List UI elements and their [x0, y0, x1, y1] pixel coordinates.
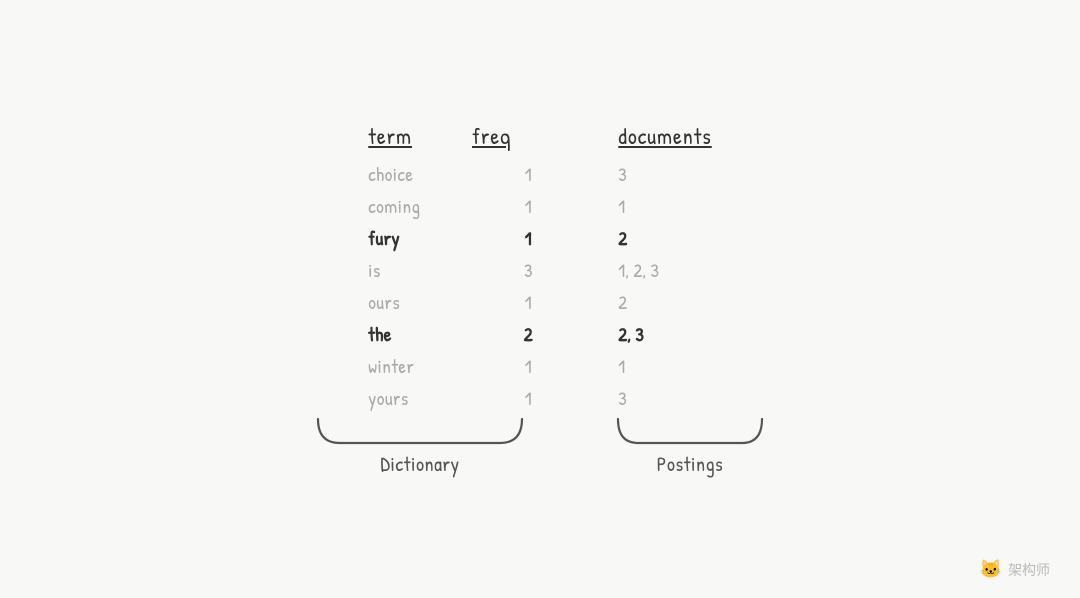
postings-section: documents 3 1 2 1, 2, 3 2 2, 3 1 3 [618, 121, 711, 411]
freq-cell-6: 1 [518, 353, 538, 379]
docs-cell-3: 1, 2, 3 [618, 257, 698, 283]
postings-row-7: 3 [618, 385, 698, 411]
term-cell-5: the [368, 321, 458, 347]
postings-row-6: 1 [618, 353, 698, 379]
postings-row-3: 1, 2, 3 [618, 257, 698, 283]
postings-brace-svg [610, 415, 770, 447]
postings-row-0: 3 [618, 161, 698, 187]
main-container: term freq choice 1 coming 1 fury 1 is 3 ours 1 the… [310, 121, 770, 478]
freq-cell-1: 1 [518, 193, 538, 219]
watermark-text: 架构师 [1008, 560, 1050, 580]
freq-cell-4: 1 [518, 289, 538, 315]
term-cell-6: winter [368, 353, 458, 379]
dictionary-label: Dictionary [380, 451, 459, 478]
dictionary-brace-group: Dictionary [310, 415, 530, 478]
term-cell-4: ours [368, 289, 458, 315]
dictionary-section: term freq choice 1 coming 1 fury 1 is 3 ours 1 the… [368, 121, 538, 411]
term-cell-7: yours [368, 385, 458, 411]
docs-cell-6: 1 [618, 353, 698, 379]
watermark-icon: 🐱 [980, 559, 1002, 580]
labels-row: Dictionary Postings [310, 415, 770, 478]
postings-row-1: 1 [618, 193, 698, 219]
term-col-header: term [368, 121, 412, 151]
postings-row-4: 2 [618, 289, 698, 315]
docs-cell-1: 1 [618, 193, 698, 219]
postings-brace-group: Postings [610, 415, 770, 478]
dict-row-3: is 3 [368, 257, 538, 283]
postings-rows: 3 1 2 1, 2, 3 2 2, 3 1 3 [618, 161, 698, 411]
freq-cell-5: 2 [518, 321, 538, 347]
freq-cell-2: 1 [518, 225, 538, 251]
docs-cell-0: 3 [618, 161, 698, 187]
postings-col-headers: documents [618, 121, 711, 151]
dict-row-7: yours 1 [368, 385, 538, 411]
docs-cell-4: 2 [618, 289, 698, 315]
dict-row-0: choice 1 [368, 161, 538, 187]
dict-row-5: the 2 [368, 321, 538, 347]
postings-label: Postings [657, 451, 723, 478]
docs-cell-7: 3 [618, 385, 698, 411]
freq-cell-3: 3 [518, 257, 538, 283]
postings-row-2: 2 [618, 225, 698, 251]
term-cell-0: choice [368, 161, 458, 187]
tables-row: term freq choice 1 coming 1 fury 1 is 3 ours 1 the… [368, 121, 711, 411]
dict-row-4: ours 1 [368, 289, 538, 315]
freq-cell-0: 1 [518, 161, 538, 187]
term-cell-2: fury [368, 225, 458, 251]
docs-cell-5: 2, 3 [618, 321, 698, 347]
freq-cell-7: 1 [518, 385, 538, 411]
dict-col-headers: term freq [368, 121, 511, 151]
freq-col-header: freq [472, 121, 511, 151]
dict-row-6: winter 1 [368, 353, 538, 379]
watermark: 🐱 架构师 [980, 559, 1050, 580]
docs-col-header: documents [618, 121, 711, 151]
dict-row-2: fury 1 [368, 225, 538, 251]
docs-cell-2: 2 [618, 225, 698, 251]
postings-row-5: 2, 3 [618, 321, 698, 347]
term-cell-3: is [368, 257, 458, 283]
term-cell-1: coming [368, 193, 458, 219]
dictionary-brace-svg [310, 415, 530, 447]
dict-rows: choice1coming1fury1is3ours1the2winter1yo… [368, 161, 538, 411]
dict-row-1: coming 1 [368, 193, 538, 219]
